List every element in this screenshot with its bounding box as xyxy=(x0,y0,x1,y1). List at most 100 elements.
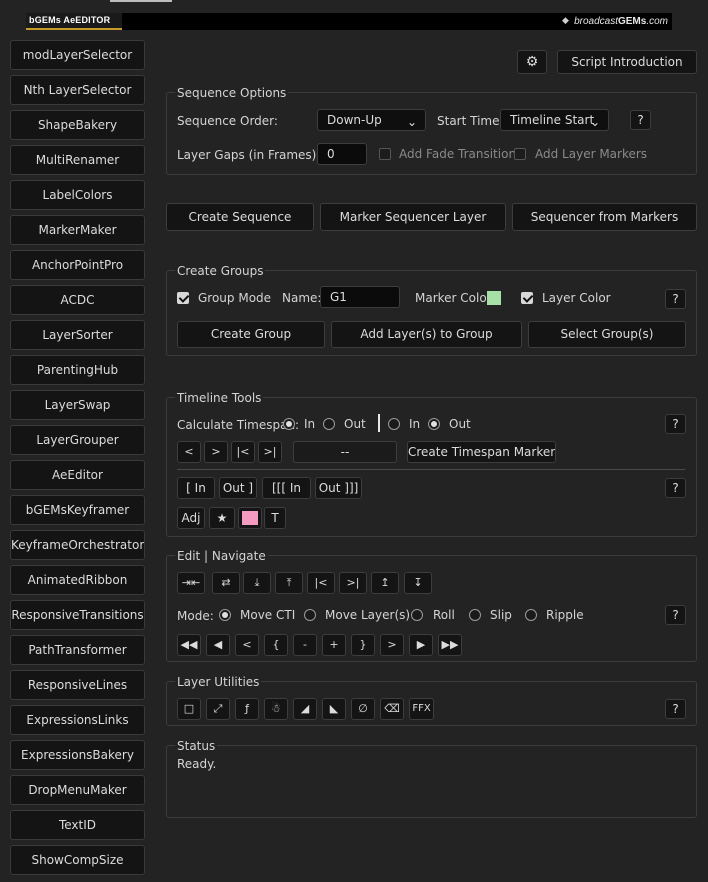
puppet-icon[interactable]: ☃ xyxy=(264,698,288,720)
utilities-help-button[interactable]: ? xyxy=(665,699,686,719)
ffx-button[interactable]: FFX xyxy=(409,698,434,720)
go-to-start-button[interactable]: |< xyxy=(231,441,255,463)
sidebar-item-modlayerselector[interactable]: modLayerSelector xyxy=(10,40,145,70)
sidebar-item-animatedribbon[interactable]: AnimatedRibbon xyxy=(10,565,145,595)
mode-move-cti-radio[interactable] xyxy=(219,609,231,621)
trim-in-button[interactable]: [ In xyxy=(177,477,215,499)
marker-sequencer-layer-button[interactable]: Marker Sequencer Layer xyxy=(320,203,506,231)
sequence-order-select[interactable]: Down-Up ⌄ xyxy=(317,109,426,131)
extend-up-icon[interactable]: ↥ xyxy=(371,572,399,594)
forward-fast-button[interactable]: ▶▶ xyxy=(438,634,462,656)
go-to-end-button[interactable]: >| xyxy=(258,441,282,463)
mode-roll-radio[interactable] xyxy=(411,609,423,621)
sidebar-item-shapebakery[interactable]: ShapeBakery xyxy=(10,110,145,140)
settings-button[interactable]: ⚙ xyxy=(517,50,547,74)
sidebar-item-responsivelines[interactable]: ResponsiveLines xyxy=(10,670,145,700)
start-time-select[interactable]: Timeline Start ⌄ xyxy=(500,109,609,131)
rewind-fast-button[interactable]: ◀◀ xyxy=(177,634,201,656)
sidebar-item-layersorter[interactable]: LayerSorter xyxy=(10,320,145,350)
go-to-in-icon[interactable]: |< xyxy=(307,572,335,594)
sidebar-item-layergrouper[interactable]: LayerGrouper xyxy=(10,425,145,455)
mode-slip-radio[interactable] xyxy=(469,609,481,621)
text-layer-button[interactable]: T xyxy=(264,507,286,529)
expand-icon[interactable]: ⤢ xyxy=(206,698,230,720)
sidebar-item-parentinghub[interactable]: ParentingHub xyxy=(10,355,145,385)
sequencer-from-markers-button[interactable]: Sequencer from Markers xyxy=(512,203,697,231)
star-icon[interactable]: ★ xyxy=(209,507,235,529)
ramp-left-icon[interactable]: ◣ xyxy=(322,698,346,720)
create-sequence-button[interactable]: Create Sequence xyxy=(166,203,314,231)
marker-color-swatch[interactable] xyxy=(487,291,501,305)
move-down-icon[interactable]: ⤓ xyxy=(243,572,271,594)
sidebar-item-keyframeorchestrator[interactable]: KeyframeOrchestrator xyxy=(10,530,145,560)
extend-down-icon[interactable]: ↧ xyxy=(404,572,432,594)
trim-out-button[interactable]: Out ] xyxy=(219,477,257,499)
open-brace-button[interactable]: { xyxy=(264,634,288,656)
close-brace-button[interactable]: } xyxy=(351,634,375,656)
ripple-trim-in-button[interactable]: [[[ In xyxy=(262,477,311,499)
sidebar-item-markermaker[interactable]: MarkerMaker xyxy=(10,215,145,245)
sidebar-item-multirenamer[interactable]: MultiRenamer xyxy=(10,145,145,175)
sidebar-item-labelcolors[interactable]: LabelColors xyxy=(10,180,145,210)
ramp-right-icon[interactable]: ◢ xyxy=(293,698,317,720)
sidebar-item-expressionsbakery[interactable]: ExpressionsBakery xyxy=(10,740,145,770)
sidebar-item-textid[interactable]: TextID xyxy=(10,810,145,840)
sidebar-item-aeeditor[interactable]: AeEditor xyxy=(10,460,145,490)
group-name-input[interactable]: G1 xyxy=(320,286,400,308)
timespan-out2-label: Out xyxy=(449,417,471,431)
groups-help-button[interactable]: ? xyxy=(665,289,686,309)
sidebar-item-dropmenumaker[interactable]: DropMenuMaker xyxy=(10,775,145,805)
brand-link[interactable]: broadcastGEMs.com xyxy=(574,13,668,30)
script-introduction-button[interactable]: Script Introduction xyxy=(557,50,697,74)
sidebar-item-pathtransformer[interactable]: PathTransformer xyxy=(10,635,145,665)
layer-color-checkbox[interactable] xyxy=(521,292,533,304)
sidebar-item-nthlayerselector[interactable]: Nth LayerSelector xyxy=(10,75,145,105)
minus-button[interactable]: - xyxy=(293,634,317,656)
group-mode-checkbox[interactable] xyxy=(177,292,189,304)
step-back-button[interactable]: < xyxy=(235,634,259,656)
forward-button[interactable]: ▶ xyxy=(409,634,433,656)
sidebar-item-layerswap[interactable]: LayerSwap xyxy=(10,390,145,420)
timespan-out2-radio[interactable] xyxy=(428,418,440,430)
sidebar-item-bgemskeyframer[interactable]: bGEMsKeyframer xyxy=(10,495,145,525)
null-icon[interactable]: ∅ xyxy=(351,698,375,720)
create-timespan-markers-button[interactable]: Create Timespan Markers xyxy=(407,441,556,463)
swap-icon[interactable]: ⇄ xyxy=(212,572,240,594)
add-layer-markers-label: Add Layer Markers xyxy=(535,147,648,161)
sidebar-item-expressionslinks[interactable]: ExpressionsLinks xyxy=(10,705,145,735)
edit-help-button[interactable]: ? xyxy=(665,605,686,625)
adjustment-layer-button[interactable]: Adj xyxy=(177,507,205,529)
square-icon[interactable]: □ xyxy=(177,698,201,720)
sequence-help-button[interactable]: ? xyxy=(630,110,651,130)
prev-frame-button[interactable]: < xyxy=(177,441,201,463)
timeline-help-button[interactable]: ? xyxy=(665,414,686,434)
rewind-button[interactable]: ◀ xyxy=(206,634,230,656)
move-up-icon[interactable]: ⤒ xyxy=(275,572,303,594)
step-forward-button[interactable]: > xyxy=(380,634,404,656)
layer-gaps-input[interactable]: 0 xyxy=(317,143,367,165)
create-group-button[interactable]: Create Group xyxy=(177,321,325,348)
sidebar-item-showcompsize[interactable]: ShowCompSize xyxy=(10,845,145,875)
timespan-out-radio[interactable] xyxy=(323,418,335,430)
trim-help-button[interactable]: ? xyxy=(665,478,686,498)
select-groups-button[interactable]: Select Group(s) xyxy=(528,321,686,348)
timespan-in2-radio[interactable] xyxy=(388,418,400,430)
align-icon[interactable]: ⇥⇤ xyxy=(177,572,205,594)
solid-color-button[interactable] xyxy=(238,507,262,529)
add-layers-to-group-button[interactable]: Add Layer(s) to Group xyxy=(331,321,522,348)
sidebar-item-responsivetransitions[interactable]: ResponsiveTransitions xyxy=(10,600,145,630)
plus-button[interactable]: + xyxy=(322,634,346,656)
sidebar-item-acdc[interactable]: ACDC xyxy=(10,285,145,315)
mode-move-layers-radio[interactable] xyxy=(304,609,316,621)
timespan-in-radio[interactable] xyxy=(283,418,295,430)
add-fade-transition-checkbox[interactable] xyxy=(379,148,391,160)
function-icon[interactable]: ƒ xyxy=(235,698,259,720)
sidebar-item-anchorpointpro[interactable]: AnchorPointPro xyxy=(10,250,145,280)
add-layer-markers-checkbox[interactable] xyxy=(514,148,526,160)
mode-ripple-radio[interactable] xyxy=(525,609,537,621)
go-to-out-icon[interactable]: >| xyxy=(339,572,367,594)
next-frame-button[interactable]: > xyxy=(204,441,228,463)
timespan-out-label: Out xyxy=(344,417,366,431)
ripple-trim-out-button[interactable]: Out ]]] xyxy=(315,477,362,499)
delete-icon[interactable]: ⌫ xyxy=(380,698,404,720)
